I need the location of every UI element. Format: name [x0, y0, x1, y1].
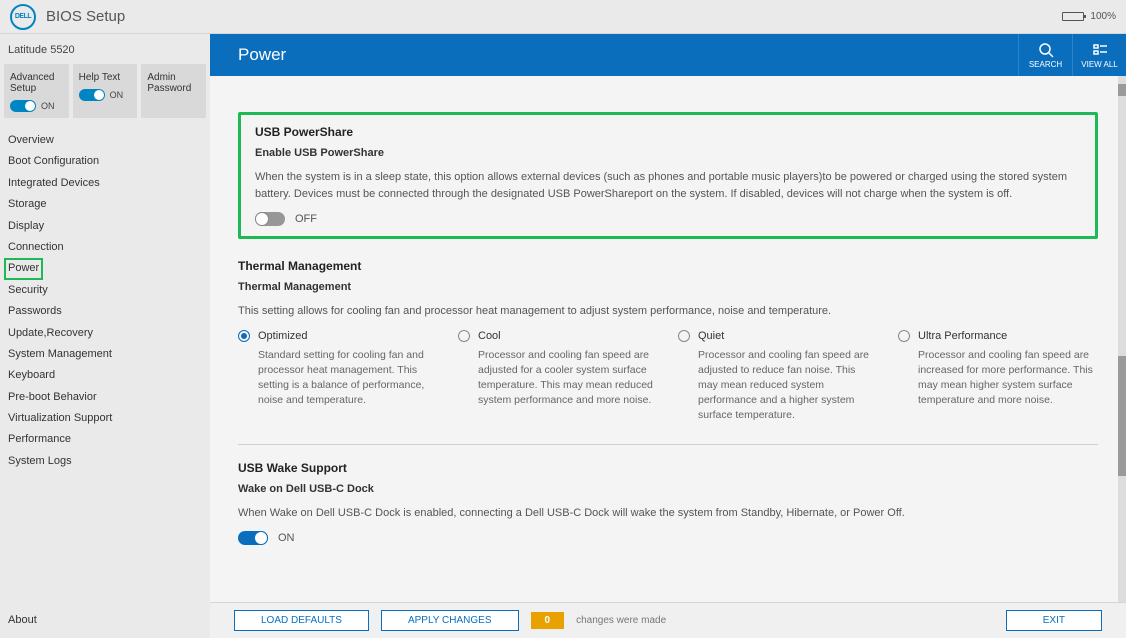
- nav-item-overview[interactable]: Overview: [4, 130, 206, 151]
- usb-powershare-state: OFF: [295, 213, 317, 225]
- toggle-advanced[interactable]: [10, 100, 36, 112]
- thermal-option-optimized[interactable]: OptimizedStandard setting for cooling fa…: [238, 330, 438, 424]
- usb-wake-state: ON: [278, 532, 295, 544]
- nav-item-connection[interactable]: Connection: [4, 237, 206, 258]
- scrollbar[interactable]: [1118, 76, 1126, 602]
- battery-status: 100%: [1062, 11, 1116, 22]
- thermal-subtitle: Thermal Management: [238, 281, 1098, 293]
- nav-item-performance[interactable]: Performance: [4, 429, 206, 450]
- section-usb-wake: USB Wake Support Wake on Dell USB-C Dock…: [238, 461, 1098, 546]
- usb-wake-title: USB Wake Support: [238, 461, 1098, 475]
- nav-item-display[interactable]: Display: [4, 216, 206, 237]
- card-help-text[interactable]: Help Text ON: [73, 64, 138, 118]
- nav-list: OverviewBoot ConfigurationIntegrated Dev…: [4, 130, 206, 472]
- app-title: BIOS Setup: [46, 8, 125, 25]
- changes-count: 0: [531, 612, 565, 629]
- usb-wake-toggle[interactable]: [238, 531, 268, 545]
- scroll-up[interactable]: [1118, 84, 1126, 96]
- radio-dot[interactable]: [678, 330, 690, 342]
- section-thermal: Thermal Management Thermal Management Th…: [238, 259, 1098, 424]
- nav-item-pre-boot-behavior[interactable]: Pre-boot Behavior: [4, 387, 206, 408]
- content: Power SEARCH VIEW ALL USB PowerShare Ena…: [210, 34, 1126, 638]
- dell-logo: DELL: [10, 4, 36, 30]
- thermal-option-quiet[interactable]: QuietProcessor and cooling fan speed are…: [678, 330, 878, 424]
- nav-item-boot-configuration[interactable]: Boot Configuration: [4, 151, 206, 172]
- nav-item-power[interactable]: Power: [4, 258, 43, 279]
- nav-item-integrated-devices[interactable]: Integrated Devices: [4, 173, 206, 194]
- load-defaults-button[interactable]: LOAD DEFAULTS: [234, 610, 369, 631]
- thermal-option-ultra-performance[interactable]: Ultra PerformanceProcessor and cooling f…: [898, 330, 1098, 424]
- nav-item-system-logs[interactable]: System Logs: [4, 451, 206, 472]
- usb-powershare-toggle[interactable]: [255, 212, 285, 226]
- thermal-option-cool[interactable]: CoolProcessor and cooling fan speed are …: [458, 330, 658, 424]
- sidebar: Latitude 5520 Advanced Setup ON Help Tex…: [0, 34, 210, 638]
- usb-powershare-title: USB PowerShare: [255, 125, 1081, 139]
- thermal-options: OptimizedStandard setting for cooling fa…: [238, 330, 1098, 424]
- footer: LOAD DEFAULTS APPLY CHANGES 0 changes we…: [210, 602, 1126, 638]
- nav-item-virtualization-support[interactable]: Virtualization Support: [4, 408, 206, 429]
- changes-label: changes were made: [576, 615, 666, 626]
- page-title: Power: [238, 45, 286, 65]
- view-all-icon: [1092, 42, 1108, 58]
- apply-changes-button[interactable]: APPLY CHANGES: [381, 610, 519, 631]
- toggle-help[interactable]: [79, 89, 105, 101]
- search-button[interactable]: SEARCH: [1018, 34, 1072, 76]
- scroll-area[interactable]: USB PowerShare Enable USB PowerShare Whe…: [210, 76, 1126, 602]
- model-label: Latitude 5520: [4, 38, 206, 64]
- nav-item-security[interactable]: Security: [4, 280, 206, 301]
- thermal-desc: This setting allows for cooling fan and …: [238, 303, 1098, 320]
- section-usb-powershare: USB PowerShare Enable USB PowerShare Whe…: [238, 112, 1098, 239]
- exit-button[interactable]: EXIT: [1006, 610, 1102, 631]
- battery-pct: 100%: [1090, 11, 1116, 22]
- usb-powershare-desc: When the system is in a sleep state, thi…: [255, 169, 1081, 202]
- topbar: DELL BIOS Setup 100%: [0, 0, 1126, 34]
- nav-item-storage[interactable]: Storage: [4, 194, 206, 215]
- battery-icon: [1062, 12, 1084, 21]
- search-icon: [1038, 42, 1054, 58]
- quick-cards: Advanced Setup ON Help Text ON Admin Pas…: [4, 64, 206, 118]
- usb-powershare-subtitle: Enable USB PowerShare: [255, 147, 1081, 159]
- scroll-thumb[interactable]: [1118, 356, 1126, 476]
- radio-dot[interactable]: [898, 330, 910, 342]
- nav-item-passwords[interactable]: Passwords: [4, 301, 206, 322]
- nav-item-system-management[interactable]: System Management: [4, 344, 206, 365]
- nav-item-keyboard[interactable]: Keyboard: [4, 365, 206, 386]
- thermal-title: Thermal Management: [238, 259, 1098, 273]
- about-link[interactable]: About: [4, 606, 206, 634]
- usb-wake-desc: When Wake on Dell USB-C Dock is enabled,…: [238, 505, 1098, 522]
- radio-dot[interactable]: [238, 330, 250, 342]
- card-advanced-setup[interactable]: Advanced Setup ON: [4, 64, 69, 118]
- card-admin-password[interactable]: Admin Password: [141, 64, 206, 118]
- usb-wake-subtitle: Wake on Dell USB-C Dock: [238, 483, 1098, 495]
- page-header: Power SEARCH VIEW ALL: [210, 34, 1126, 76]
- radio-dot[interactable]: [458, 330, 470, 342]
- nav-item-update-recovery[interactable]: Update,Recovery: [4, 323, 206, 344]
- view-all-button[interactable]: VIEW ALL: [1072, 34, 1126, 76]
- divider: [238, 444, 1098, 445]
